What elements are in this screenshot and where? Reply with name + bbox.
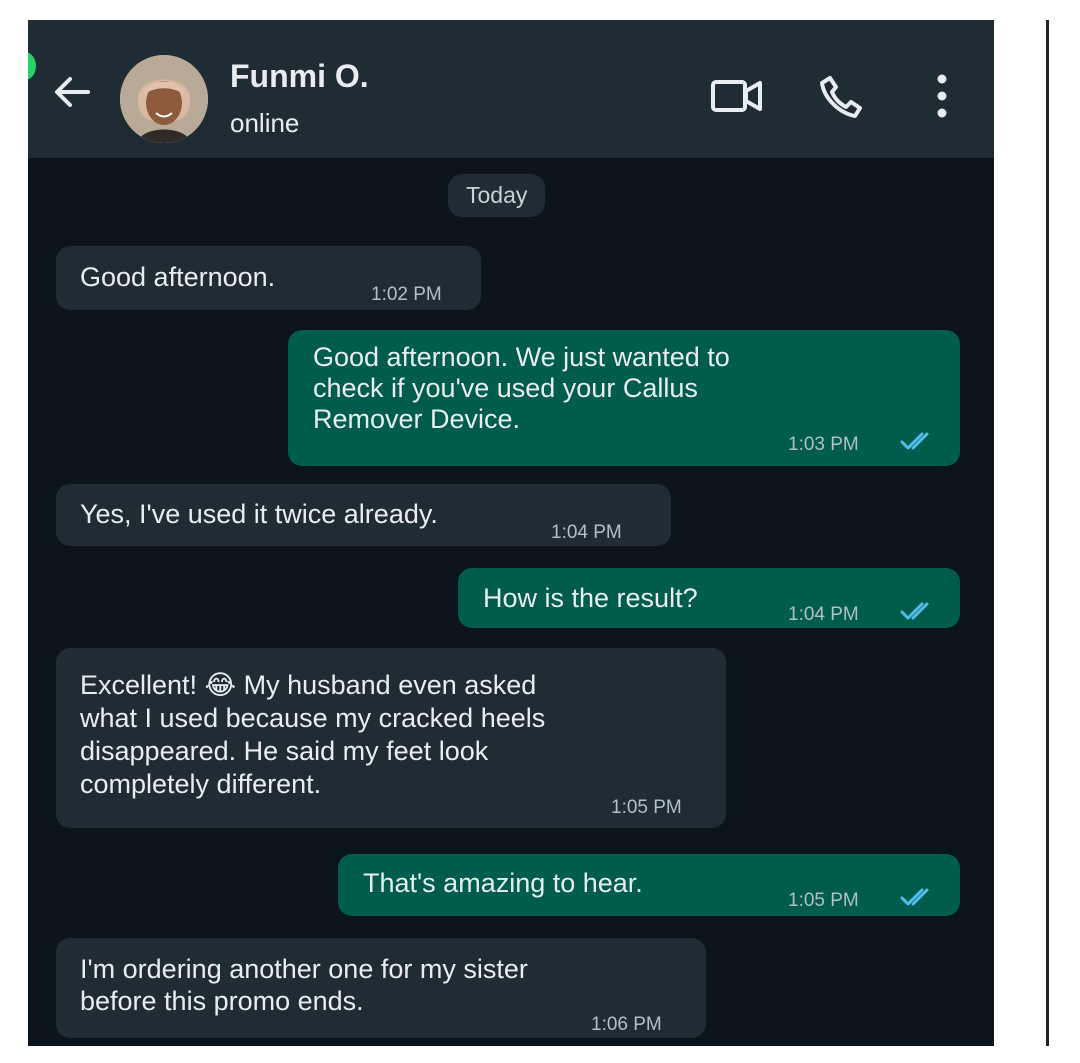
message-text: Good afternoon. We just wanted to <box>313 342 730 372</box>
read-receipt-icon <box>900 888 929 906</box>
message-time: 1:05 PM <box>611 797 682 818</box>
message-text: before this promo ends. <box>80 986 364 1016</box>
message-bubble[interactable]: How is the result? 1:04 PM <box>458 568 960 628</box>
panel-divider <box>1046 20 1049 1046</box>
message-bubble[interactable]: Excellent! 😂 My husband even asked what … <box>56 648 726 828</box>
read-receipt-icon <box>900 602 929 620</box>
message-time: 1:05 PM <box>788 890 859 911</box>
message-time: 1:03 PM <box>788 434 859 455</box>
message-time: 1:02 PM <box>371 284 442 305</box>
message-time: 1:04 PM <box>551 522 622 543</box>
message-text: Remover Device. <box>313 404 521 434</box>
chat-area[interactable]: Today Good afternoon. 1:02 PM Good after… <box>28 158 994 1046</box>
message-text: Excellent! 😂 My husband even asked <box>80 670 537 700</box>
message-text: That's amazing to hear. <box>363 868 643 898</box>
voice-call-icon[interactable] <box>818 74 862 118</box>
chat-window: Funmi O. online Today Good afternoon. 1:… <box>28 20 994 1046</box>
contact-name[interactable]: Funmi O. <box>230 58 369 95</box>
online-indicator <box>28 52 36 80</box>
message-bubble[interactable]: That's amazing to hear. 1:05 PM <box>338 854 960 916</box>
date-separator: Today <box>448 174 546 217</box>
message-bubble[interactable]: Good afternoon. 1:02 PM <box>56 246 481 310</box>
more-options-icon[interactable] <box>932 72 952 120</box>
message-text: what I used because my cracked heels <box>80 703 546 733</box>
message-text: Yes, I've used it twice already. <box>80 499 438 529</box>
contact-status: online <box>230 108 300 138</box>
message-bubble[interactable]: Good afternoon. We just wanted to check … <box>288 330 960 466</box>
message-time: 1:06 PM <box>591 1014 662 1035</box>
message-text: I'm ordering another one for my sister <box>80 954 528 984</box>
message-text: How is the result? <box>483 583 698 613</box>
read-receipt-icon <box>900 432 929 450</box>
message-text: disappeared. He said my feet look <box>80 736 489 766</box>
message-text: completely different. <box>80 769 322 799</box>
video-call-icon[interactable] <box>711 78 763 114</box>
avatar[interactable] <box>120 55 208 143</box>
message-text: Good afternoon. <box>80 262 276 292</box>
back-arrow-icon[interactable] <box>50 70 94 114</box>
chat-header: Funmi O. online <box>28 20 994 158</box>
message-bubble[interactable]: Yes, I've used it twice already. 1:04 PM <box>56 484 671 546</box>
message-text: check if you've used your Callus <box>313 373 698 403</box>
message-bubble[interactable]: I'm ordering another one for my sister b… <box>56 938 706 1038</box>
message-time: 1:04 PM <box>788 604 859 625</box>
